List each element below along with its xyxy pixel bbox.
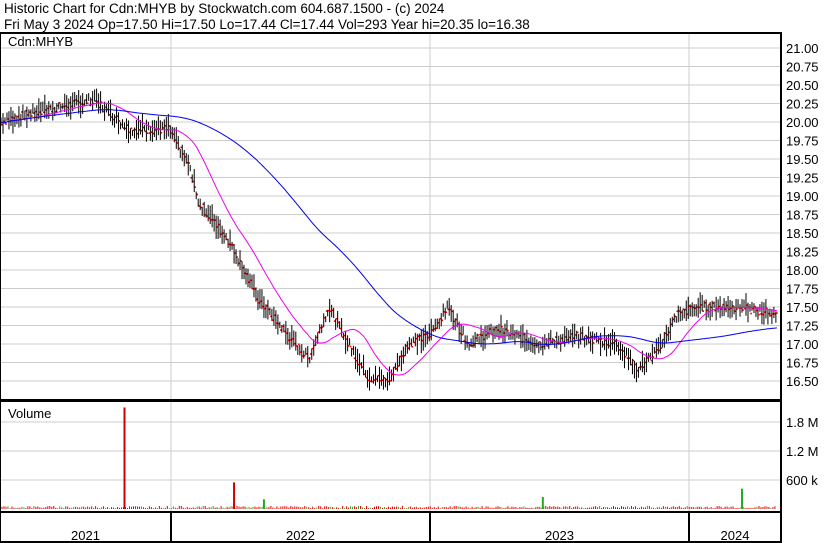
year-label: 2021 [71, 528, 100, 543]
time-axis-frame [0, 511, 782, 543]
price-point [130, 127, 133, 130]
price-point [349, 345, 352, 348]
price-tick-label: 19.25 [786, 171, 819, 186]
price-point [5, 123, 7, 125]
price-point [576, 331, 579, 334]
year-label: 2023 [545, 528, 574, 543]
price-point [160, 131, 163, 134]
year-label: 2022 [286, 528, 315, 543]
price-point [624, 355, 627, 358]
price-point [41, 113, 43, 116]
price-point [236, 256, 238, 258]
price-tick-label: 17.00 [786, 337, 819, 352]
price-tick-label: 17.25 [786, 319, 819, 334]
price-point [441, 319, 444, 322]
price-tick-label: 20.00 [786, 115, 819, 130]
price-point [118, 120, 121, 122]
price-tick-label: 20.50 [786, 78, 819, 93]
price-point [303, 354, 306, 357]
price-point [507, 329, 509, 332]
price-volume-chart: Cdn:MHYB Volume 21.00 20.75 20.50 20.25 20.0… [0, 32, 819, 543]
price-tick-label: 21.00 [786, 41, 819, 56]
year-label: 2024 [721, 528, 750, 543]
price-point [86, 102, 89, 105]
price-point [750, 312, 752, 315]
price-point [347, 344, 350, 347]
price-point [702, 310, 704, 312]
price-point [298, 343, 300, 346]
price-tick-label: 18.25 [786, 245, 819, 260]
price-point [592, 342, 595, 344]
price-point [776, 312, 778, 314]
price-point [146, 132, 149, 134]
price-tick-label: 17.75 [786, 282, 819, 297]
price-tick-label: 18.75 [786, 208, 819, 223]
price-point [194, 186, 197, 188]
price-point [445, 311, 448, 314]
price-tick-label: 19.00 [786, 189, 819, 204]
volume-tick-label: 1.2 M [786, 444, 819, 459]
ma-long-line [0, 109, 777, 345]
volume-tick-label: 600 k [786, 473, 818, 488]
price-tick-label: 19.50 [786, 152, 819, 167]
volume-panel-frame [0, 400, 782, 513]
price-point [178, 147, 181, 150]
price-point [742, 309, 744, 311]
price-point [411, 346, 414, 348]
symbol-label: Cdn:MHYB [8, 34, 73, 49]
price-point [758, 313, 760, 316]
price-point [58, 102, 61, 104]
price-tick-label: 19.75 [786, 134, 819, 149]
price-tick-label: 18.00 [786, 263, 819, 278]
price-point [31, 115, 33, 117]
price-tick-label: 20.75 [786, 60, 819, 75]
price-point [196, 193, 199, 196]
price-point [477, 334, 479, 336]
price-point [736, 308, 738, 310]
price-point [660, 347, 663, 350]
price-tick-label: 16.50 [786, 374, 819, 389]
volume-label: Volume [8, 406, 51, 421]
price-tick-label: 18.50 [786, 226, 819, 241]
price-point [188, 162, 191, 164]
volume-tick-label: 1.8 M [786, 415, 819, 430]
price-tick-label: 20.25 [786, 97, 819, 112]
price-tick-label: 16.75 [786, 356, 819, 371]
price-tick-label: 17.50 [786, 300, 819, 315]
price-point [501, 325, 503, 328]
chart-window: Historic Chart for Cdn:MHYB by Stockwatc… [0, 0, 830, 543]
